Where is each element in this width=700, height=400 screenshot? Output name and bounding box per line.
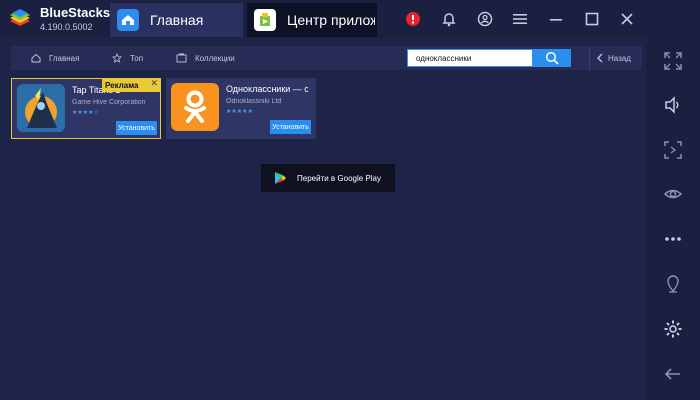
google-play-button[interactable]: Перейти в Google Play [261,164,395,192]
chevron-left-icon [597,53,603,63]
back-label: Назад [608,53,631,63]
app-rating-stars: ★★★★☆ [72,109,99,116]
app-title: Одноклассники — социальная сеть [226,84,308,94]
nav-home-label: Главная [49,53,80,63]
eye-icon[interactable] [660,181,686,207]
nav-collections-label: Коллекции [195,53,235,63]
app-card[interactable]: Tap Titans 2 Game Hive Corporation ★★★★☆… [11,78,161,139]
minimize-icon[interactable] [545,8,567,30]
home-outline-icon [31,53,41,63]
app-name: BlueStacks [40,5,111,20]
volume-icon[interactable] [660,92,686,118]
bluestacks-logo-icon [10,9,30,26]
search-icon [545,51,559,65]
install-button[interactable]: Установить [116,121,157,135]
ad-badge-label: Реклама [105,81,139,90]
app-developer: Odnoklassniki Ltd [226,98,282,105]
location-icon[interactable] [660,271,686,297]
odnoklassniki-app-icon [171,83,219,131]
tab-app-center-label: Центр приложений [287,12,375,28]
tab-home-label: Главная [150,12,204,28]
install-button[interactable]: Установить [270,120,311,134]
back-arrow-icon[interactable] [660,361,686,387]
star-outline-icon [112,53,122,63]
alert-icon[interactable] [402,8,424,30]
fullscreen-icon[interactable] [660,48,686,74]
settings-icon[interactable] [660,316,686,342]
tap-titans-app-icon [17,84,65,132]
tab-home[interactable]: Главная [110,3,243,37]
home-icon [117,9,139,31]
app-version: 4.190.0.5002 [40,22,93,32]
google-play-label: Перейти в Google Play [297,173,381,183]
app-developer: Game Hive Corporation [72,99,146,106]
screenshot-icon[interactable] [660,137,686,163]
account-icon[interactable] [474,8,496,30]
tab-app-center[interactable]: Центр приложений [247,3,377,37]
title-bar: BlueStacks 4.190.0.5002 Главная Центр пр… [0,0,700,38]
bell-icon[interactable] [438,8,460,30]
app-rating-stars: ★★★★★ [226,108,253,115]
nav-collections[interactable]: Коллекции [176,46,235,70]
app-center-icon [254,9,276,31]
search-button[interactable] [533,49,571,67]
nav-home[interactable]: Главная [31,46,79,70]
collections-icon [176,53,187,63]
maximize-icon[interactable] [581,8,603,30]
menu-icon[interactable] [509,8,531,30]
nav-top-label: Топ [130,53,144,63]
ad-badge: Реклама ✕ [102,79,161,92]
app-center-navbar: Главная Топ Коллекции одноклассники Наза… [11,46,642,70]
ad-close-icon[interactable]: ✕ [150,79,158,89]
more-icon[interactable] [660,226,686,252]
app-card[interactable]: Одноклассники — социальная сеть Odnoklas… [166,78,316,139]
google-play-icon [275,172,286,184]
close-icon[interactable] [616,8,638,30]
back-button[interactable]: Назад [589,46,631,70]
nav-top[interactable]: Топ [112,46,143,70]
app-center-content: Главная Топ Коллекции одноклассники Наза… [0,38,646,400]
right-sidebar [646,38,700,400]
search-input[interactable]: одноклассники [407,49,533,67]
